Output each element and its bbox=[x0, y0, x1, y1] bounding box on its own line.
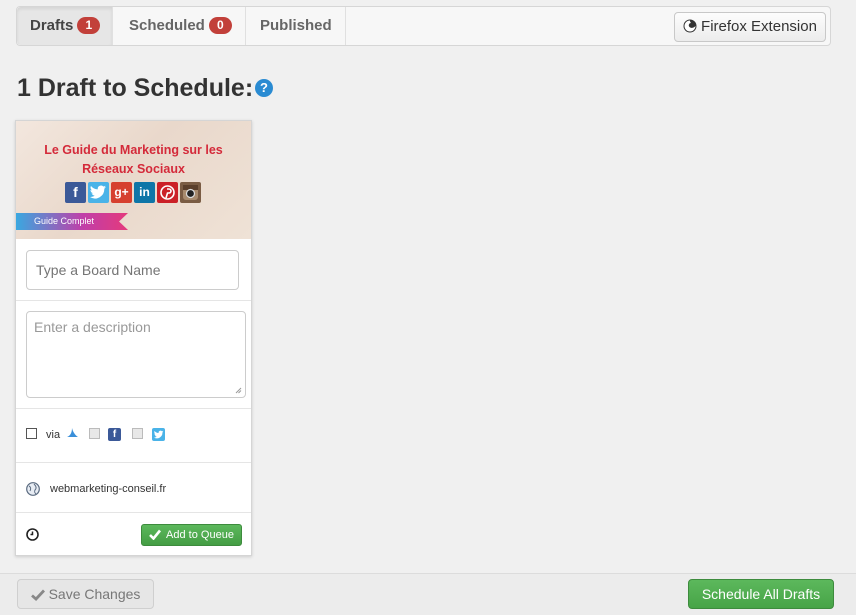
save-changes-label: Save Changes bbox=[48, 586, 141, 602]
divider bbox=[16, 512, 251, 513]
facebook-share-icon: f bbox=[108, 428, 121, 441]
save-changes-button[interactable]: Save Changes bbox=[17, 579, 154, 609]
description-placeholder: Enter a description bbox=[34, 319, 151, 335]
twitter-share-icon bbox=[152, 428, 165, 441]
tab-bar: Drafts 1 Scheduled 0 Published Firefox Ext… bbox=[16, 6, 831, 46]
tab-published-label: Published bbox=[260, 17, 332, 34]
tab-drafts-label: Drafts bbox=[30, 17, 74, 34]
check-icon bbox=[149, 529, 162, 541]
divider bbox=[16, 300, 251, 301]
source-url[interactable]: webmarketing-conseil.fr bbox=[50, 483, 166, 495]
twitter-icon bbox=[88, 182, 109, 203]
tab-scheduled[interactable]: Scheduled 0 bbox=[113, 7, 246, 45]
via-label: via bbox=[46, 429, 61, 441]
globe-icon bbox=[26, 482, 40, 496]
tab-drafts[interactable]: Drafts 1 bbox=[17, 7, 113, 45]
resize-grip-icon[interactable] bbox=[235, 387, 242, 394]
instagram-icon bbox=[180, 182, 201, 203]
draft-card: Le Guide du Marketing sur les Réseaux So… bbox=[15, 120, 252, 556]
via-checkbox[interactable] bbox=[26, 428, 37, 439]
facebook-checkbox[interactable] bbox=[89, 428, 100, 439]
draft-thumbnail: Le Guide du Marketing sur les Réseaux So… bbox=[16, 121, 251, 239]
help-icon[interactable]: ? bbox=[255, 79, 273, 97]
thumbnail-title: Le Guide du Marketing sur les Réseaux So… bbox=[16, 141, 251, 179]
firefox-extension-button[interactable]: Firefox Extension bbox=[674, 12, 826, 42]
tab-scheduled-label: Scheduled bbox=[129, 17, 205, 34]
scheduled-count-badge: 0 bbox=[208, 17, 232, 34]
footer-bar: Save Changes Schedule All Drafts bbox=[0, 573, 856, 615]
description-textarea[interactable]: Enter a description bbox=[26, 311, 246, 398]
clock-icon[interactable] bbox=[26, 528, 39, 541]
drafts-count-badge: 1 bbox=[77, 17, 101, 34]
google-plus-icon: g+ bbox=[111, 182, 132, 203]
tab-published[interactable]: Published bbox=[246, 7, 346, 45]
page-title: 1 Draft to Schedule: bbox=[17, 74, 254, 102]
divider bbox=[16, 408, 251, 409]
thumbnail-title-line1: Le Guide du Marketing sur les bbox=[44, 143, 223, 157]
add-to-queue-label: Add to Queue bbox=[166, 529, 234, 541]
add-to-queue-button[interactable]: Add to Queue bbox=[141, 524, 242, 546]
facebook-icon: f bbox=[65, 182, 86, 203]
board-name-input[interactable] bbox=[26, 250, 239, 290]
pinterest-icon bbox=[157, 182, 178, 203]
divider bbox=[16, 462, 251, 463]
schedule-all-drafts-button[interactable]: Schedule All Drafts bbox=[688, 579, 834, 609]
thumbnail-title-line2: Réseaux Sociaux bbox=[82, 162, 185, 176]
bird-logo-icon bbox=[67, 428, 78, 437]
thumbnail-ribbon: Guide Complet bbox=[16, 213, 128, 230]
firefox-extension-label: Firefox Extension bbox=[701, 18, 817, 35]
firefox-icon bbox=[683, 19, 697, 33]
twitter-checkbox[interactable] bbox=[132, 428, 143, 439]
schedule-all-drafts-label: Schedule All Drafts bbox=[701, 586, 821, 602]
linkedin-icon: in bbox=[134, 182, 155, 203]
check-icon bbox=[30, 589, 45, 601]
